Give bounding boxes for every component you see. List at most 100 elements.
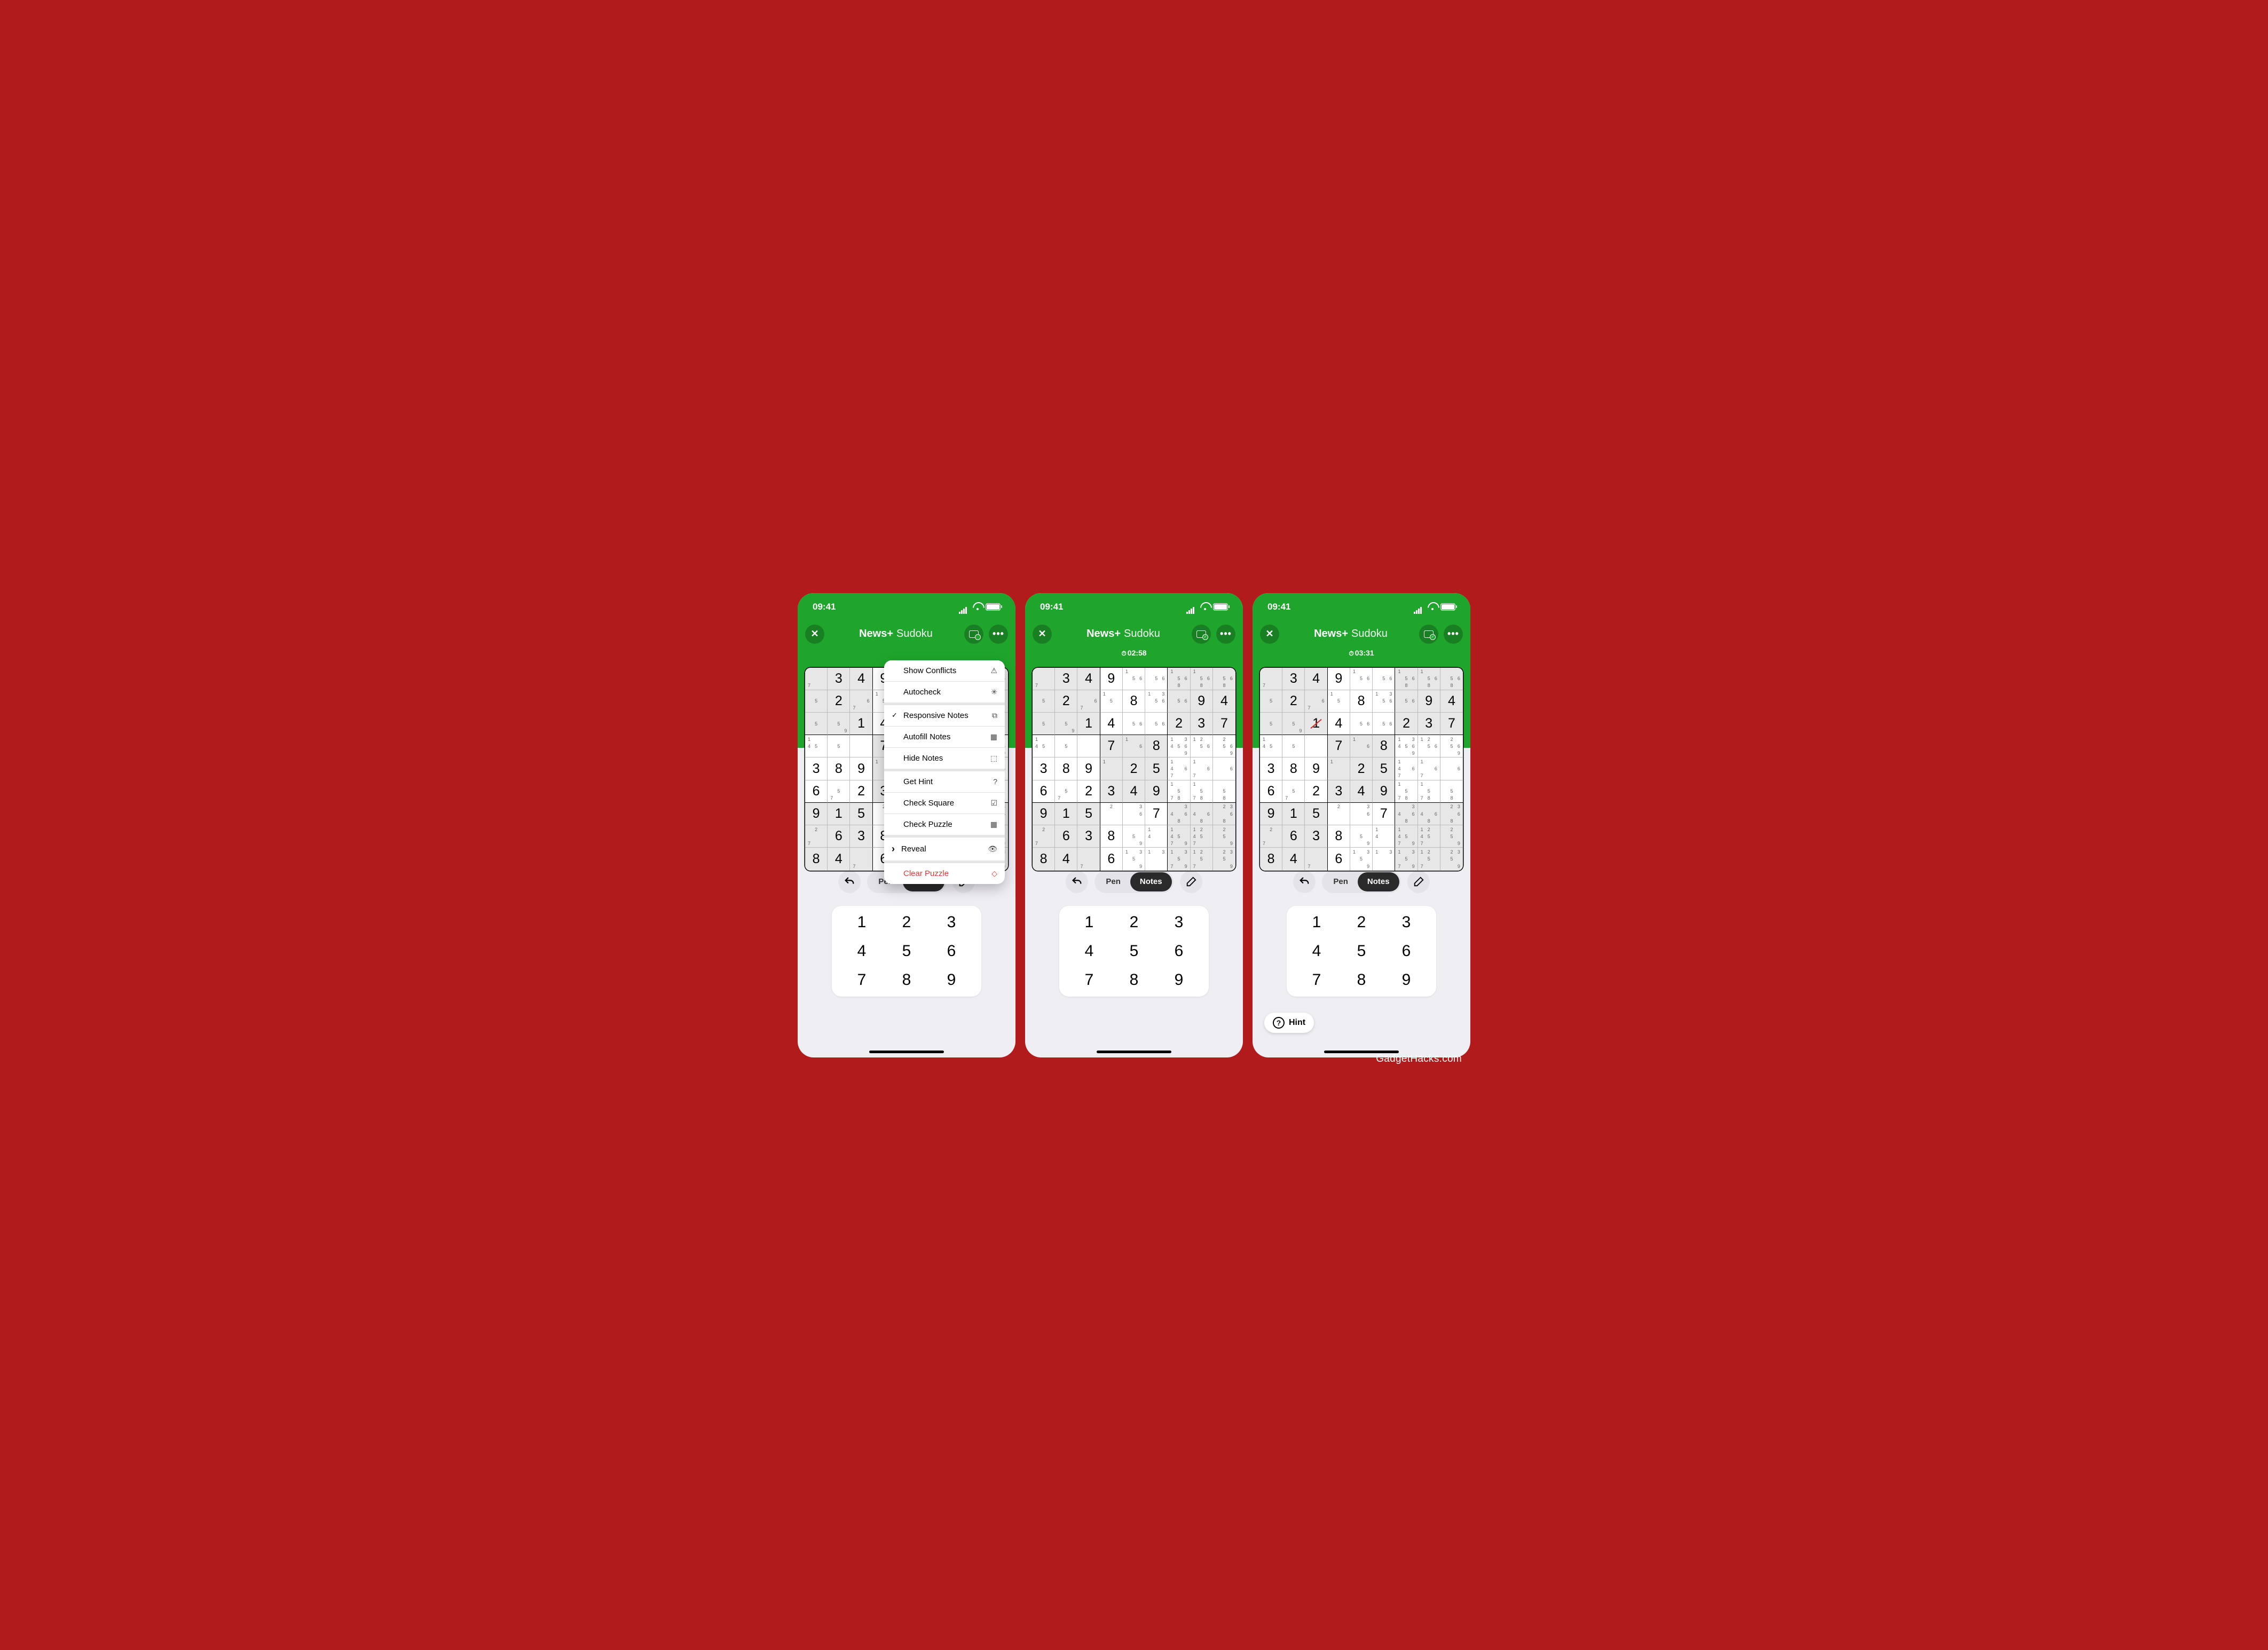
num-6[interactable]: 6 (1384, 942, 1429, 960)
sudoku-cell[interactable]: 2368 (1440, 803, 1463, 825)
sudoku-cell[interactable]: 14579 (1168, 825, 1190, 848)
sudoku-cell[interactable]: 2569 (1440, 735, 1463, 757)
num-3[interactable]: 3 (1384, 913, 1429, 931)
sudoku-cell[interactable]: 12457 (1191, 825, 1213, 848)
sudoku-cell[interactable]: 9 (1145, 780, 1168, 803)
sudoku-cell[interactable]: 7 (1033, 668, 1055, 690)
sudoku-cell[interactable]: 14 (1145, 825, 1168, 848)
sudoku-cell[interactable]: 8 (805, 848, 828, 870)
num-4[interactable]: 4 (1294, 942, 1339, 960)
timer[interactable]: ⏱02:58 (1025, 649, 1243, 660)
sudoku-cell[interactable]: 3 (1260, 757, 1282, 780)
close-button[interactable]: ✕ (805, 625, 824, 644)
sudoku-cell[interactable]: 6 (1213, 757, 1235, 780)
sudoku-cell[interactable]: 4 (1305, 668, 1327, 690)
sudoku-cell[interactable]: 9 (1418, 690, 1440, 713)
sudoku-cell[interactable]: 1467 (1168, 757, 1190, 780)
sudoku-cell[interactable]: 1578 (1168, 780, 1190, 803)
num-7[interactable]: 7 (839, 971, 884, 989)
sudoku-cell[interactable]: 7 (1260, 668, 1282, 690)
menu-autofill-notes[interactable]: Autofill Notes ▦ (884, 727, 1005, 748)
sudoku-cell[interactable]: 36 (1123, 803, 1145, 825)
sudoku-cell[interactable]: 7 (1145, 803, 1168, 825)
sudoku-cell[interactable]: 56 (1373, 713, 1395, 735)
sudoku-cell[interactable]: 59 (1123, 825, 1145, 848)
sudoku-cell[interactable]: 3 (1033, 757, 1055, 780)
sudoku-cell[interactable]: 568 (1213, 668, 1235, 690)
sudoku-cell[interactable]: 9 (1260, 803, 1282, 825)
sudoku-cell[interactable]: 56 (1168, 690, 1190, 713)
sudoku-cell[interactable]: 3 (1328, 780, 1350, 803)
num-1[interactable]: 1 (1294, 913, 1339, 931)
sudoku-cell[interactable]: 3 (805, 757, 828, 780)
sudoku-cell[interactable]: 2 (1350, 757, 1373, 780)
sudoku-cell[interactable]: 5 (1033, 690, 1055, 713)
sudoku-cell[interactable]: 4 (1282, 848, 1305, 870)
num-4[interactable]: 4 (1067, 942, 1112, 960)
sudoku-cell[interactable]: 156 (1350, 668, 1373, 690)
sudoku-cell[interactable]: 6 (1100, 848, 1123, 870)
sudoku-cell[interactable]: 5 (1077, 803, 1100, 825)
sudoku-cell[interactable]: 259 (1440, 825, 1463, 848)
sudoku-cell[interactable]: 5 (1282, 735, 1305, 757)
sudoku-cell[interactable]: 6 (805, 780, 828, 803)
num-3[interactable]: 3 (929, 913, 974, 931)
sudoku-cell[interactable]: 1568 (1168, 668, 1190, 690)
sudoku-cell[interactable]: 6 (1055, 825, 1077, 848)
sudoku-cell[interactable]: 59 (828, 713, 850, 735)
more-button[interactable]: ••• (1216, 625, 1235, 644)
sudoku-cell[interactable]: 27 (1033, 825, 1055, 848)
sudoku-cell[interactable]: 2 (1328, 803, 1350, 825)
sudoku-cell[interactable]: 9 (1077, 757, 1100, 780)
sudoku-cell[interactable]: 57 (1055, 780, 1077, 803)
sudoku-cell[interactable]: 1 (1328, 757, 1350, 780)
menu-check-puzzle[interactable]: Check Puzzle ▦ (884, 814, 1005, 838)
more-button[interactable]: ••• (1444, 625, 1463, 644)
num-1[interactable]: 1 (839, 913, 884, 931)
sudoku-cell[interactable]: 7 (1100, 735, 1123, 757)
sudoku-cell[interactable]: 8 (1100, 825, 1123, 848)
sudoku-cell[interactable]: 1568 (1418, 668, 1440, 690)
sudoku-cell[interactable]: 9 (1033, 803, 1055, 825)
num-7[interactable]: 7 (1294, 971, 1339, 989)
sudoku-cell[interactable]: 4 (828, 848, 850, 870)
sudoku-cell[interactable]: 57 (1282, 780, 1305, 803)
sudoku-cell[interactable]: 2 (1168, 713, 1190, 735)
sudoku-cell[interactable]: 4 (850, 668, 872, 690)
sudoku-cell[interactable]: 5 (1033, 713, 1055, 735)
sudoku-cell[interactable]: 12457 (1418, 825, 1440, 848)
sudoku-cell[interactable]: 7 (1440, 713, 1463, 735)
sudoku-cell[interactable]: 7 (850, 848, 872, 870)
num-6[interactable]: 6 (929, 942, 974, 960)
num-7[interactable]: 7 (1067, 971, 1112, 989)
sudoku-cell[interactable]: 1467 (1395, 757, 1418, 780)
menu-hide-notes[interactable]: Hide Notes ⬚ (884, 748, 1005, 771)
menu-clear-puzzle[interactable]: Clear Puzzle ◇ (884, 863, 1005, 884)
sudoku-cell[interactable]: 568 (1440, 668, 1463, 690)
sudoku-cell[interactable]: 9 (850, 757, 872, 780)
sudoku-cell[interactable]: 56 (1373, 668, 1395, 690)
sudoku-cell[interactable]: 3 (1418, 713, 1440, 735)
sudoku-cell[interactable]: 8 (1328, 825, 1350, 848)
num-5[interactable]: 5 (1112, 942, 1156, 960)
sudoku-cell[interactable]: 5 (805, 713, 828, 735)
sudoku-cell[interactable]: 145 (1033, 735, 1055, 757)
sudoku-cell[interactable]: 2569 (1213, 735, 1235, 757)
sudoku-cell[interactable]: 59 (1350, 825, 1373, 848)
sudoku-cell[interactable]: 9 (805, 803, 828, 825)
menu-check-square[interactable]: Check Square ☑︎ (884, 793, 1005, 814)
sudoku-cell[interactable] (1305, 735, 1327, 757)
sudoku-cell[interactable]: 468 (1418, 803, 1440, 825)
sudoku-cell[interactable]: 13 (1373, 848, 1395, 870)
sudoku-cell[interactable]: 3468 (1168, 803, 1190, 825)
sudoku-cell[interactable]: 5 (1055, 735, 1077, 757)
sudoku-cell[interactable]: 4 (1440, 690, 1463, 713)
close-button[interactable]: ✕ (1033, 625, 1052, 644)
sudoku-cell[interactable]: 2 (1282, 690, 1305, 713)
num-9[interactable]: 9 (1384, 971, 1429, 989)
sudoku-cell[interactable]: 9 (1373, 780, 1395, 803)
num-5[interactable]: 5 (1339, 942, 1384, 960)
sudoku-cell[interactable]: 3 (1282, 668, 1305, 690)
home-indicator[interactable] (869, 1051, 944, 1053)
sudoku-cell[interactable]: 8 (1123, 690, 1145, 713)
